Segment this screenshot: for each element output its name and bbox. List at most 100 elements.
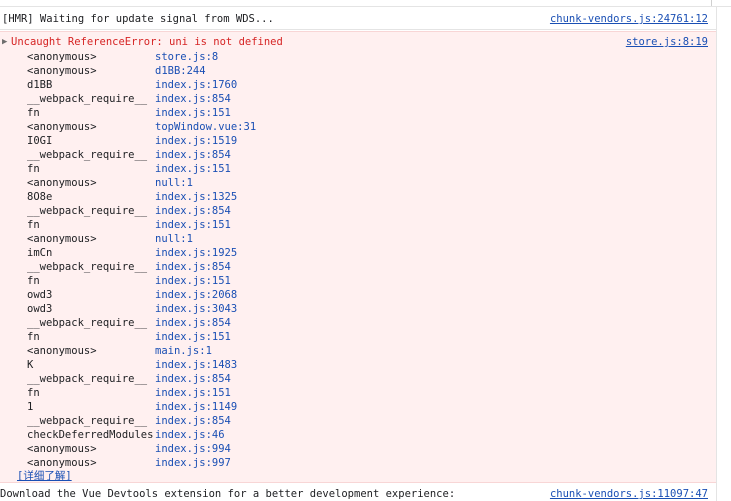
stack-frame-function: checkDeferredModules <box>27 429 154 441</box>
stack-frame: fn index.js:151 <box>27 386 256 400</box>
stack-frame: owd3 index.js:3043 <box>27 302 256 316</box>
stack-frame-function: 1 <box>27 401 34 413</box>
stack-frame-function: <anonymous> <box>27 51 97 63</box>
stack-frame: __webpack_require__ index.js:854 <box>27 372 256 386</box>
stack-frame-location-link[interactable]: index.js:854 <box>155 149 231 161</box>
stack-frame: __webpack_require__ index.js:854 <box>27 316 256 330</box>
error-message-text[interactable]: Uncaught ReferenceError: uni is not defi… <box>11 36 283 48</box>
hmr-source-link[interactable]: chunk-vendors.js:24761:12 <box>550 13 708 25</box>
stack-frame-location-link[interactable]: index.js:1325 <box>155 191 237 203</box>
stack-frame-function: fn <box>27 219 40 231</box>
stack-frame-function: fn <box>27 275 40 287</box>
stack-frame-function: fn <box>27 387 40 399</box>
stack-frame: Kindex.js:1483 <box>27 358 256 372</box>
stack-frame: <anonymous> null:1 <box>27 232 256 246</box>
stack-frame-location-link[interactable]: index.js:854 <box>155 415 231 427</box>
stack-frame: <anonymous> main.js:1 <box>27 344 256 358</box>
stack-frame: <anonymous> d1BB:244 <box>27 64 256 78</box>
stack-frame-location-link[interactable]: topWindow.vue:31 <box>155 121 256 133</box>
stack-frame: 1 index.js:1149 <box>27 400 256 414</box>
stack-frame-location-link[interactable]: index.js:1483 <box>155 359 237 371</box>
stack-frame-location-link[interactable]: null:1 <box>155 177 193 189</box>
stack-frame-function: <anonymous> <box>27 345 97 357</box>
console-message-hmr: [HMR] Waiting for update signal from WDS… <box>0 8 716 30</box>
stack-frame-function: owd3 <box>27 303 53 315</box>
stack-frame: fn index.js:151 <box>27 218 256 232</box>
vue-devtools-source-link[interactable]: chunk-vendors.js:11097:47 <box>550 488 708 500</box>
stack-frame-function: <anonymous> <box>27 65 97 77</box>
stack-frame-function: __webpack_require__ <box>27 93 148 105</box>
error-source-link[interactable]: store.js:8:19 <box>626 36 708 48</box>
stack-frame-location-link[interactable]: index.js:1519 <box>155 135 237 147</box>
stack-frame-location-link[interactable]: index.js:46 <box>155 429 225 441</box>
stack-frame-function: K <box>27 359 34 371</box>
stack-frame-function: imCn <box>27 247 53 259</box>
stack-frame-function: __webpack_require__ <box>27 149 148 161</box>
stack-frame: fn index.js:151 <box>27 106 256 120</box>
stack-frame: __webpack_require__ index.js:854 <box>27 414 256 428</box>
stack-frame-location-link[interactable]: index.js:854 <box>155 205 231 217</box>
vue-devtools-message-text: Download the Vue Devtools extension for … <box>0 488 456 500</box>
stack-frame-location-link[interactable]: index.js:854 <box>155 317 231 329</box>
stack-frame-function: owd3 <box>27 289 53 301</box>
stack-frame-location-link[interactable]: index.js:151 <box>155 331 231 343</box>
stack-frame-function: __webpack_require__ <box>27 317 148 329</box>
stack-frame: fn index.js:151 <box>27 162 256 176</box>
stack-frame-function: fn <box>27 107 40 119</box>
stack-frame: imCn index.js:1925 <box>27 246 256 260</box>
stack-frame-function: fn <box>27 163 40 175</box>
stack-frame-location-link[interactable]: index.js:997 <box>155 457 231 469</box>
stack-frame: __webpack_require__ index.js:854 <box>27 92 256 106</box>
stack-frame-location-link[interactable]: index.js:854 <box>155 261 231 273</box>
learn-more-link[interactable]: [详细了解] <box>17 468 72 483</box>
triangle-right-icon[interactable]: ▶ <box>2 37 7 47</box>
stack-frame: 8O8e index.js:1325 <box>27 190 256 204</box>
stack-frame-function: fn <box>27 331 40 343</box>
stack-frame-location-link[interactable]: index.js:1925 <box>155 247 237 259</box>
stack-frame: __webpack_require__ index.js:854 <box>27 260 256 274</box>
stack-frame-location-link[interactable]: index.js:994 <box>155 443 231 455</box>
stack-frame-function: d1BB <box>27 79 53 91</box>
stack-frame: d1BB index.js:1760 <box>27 78 256 92</box>
stack-frame-location-link[interactable]: index.js:1760 <box>155 79 237 91</box>
console-message-vue-devtools: Download the Vue Devtools extension for … <box>0 484 716 501</box>
stack-frame-function: <anonymous> <box>27 233 97 245</box>
stack-frame-location-link[interactable]: index.js:854 <box>155 373 231 385</box>
column-separator <box>711 0 712 6</box>
stack-frame-location-link[interactable]: index.js:3043 <box>155 303 237 315</box>
stack-frame: I0GI index.js:1519 <box>27 134 256 148</box>
stack-frame-location-link[interactable]: index.js:1149 <box>155 401 237 413</box>
panel-right-border <box>716 7 717 501</box>
stack-frame-location-link[interactable]: index.js:151 <box>155 163 231 175</box>
stack-frame: __webpack_require__ index.js:854 <box>27 204 256 218</box>
stack-frame-location-link[interactable]: null:1 <box>155 233 193 245</box>
stack-frame-location-link[interactable]: store.js:8 <box>155 51 218 63</box>
stack-frame-function: __webpack_require__ <box>27 373 148 385</box>
stack-frame-function: __webpack_require__ <box>27 261 148 273</box>
stack-frame-location-link[interactable]: index.js:151 <box>155 387 231 399</box>
stack-frame-location-link[interactable]: index.js:854 <box>155 93 231 105</box>
stack-frame-location-link[interactable]: d1BB:244 <box>155 65 206 77</box>
stack-frame-function: __webpack_require__ <box>27 205 148 217</box>
stack-frame-location-link[interactable]: index.js:151 <box>155 107 231 119</box>
stack-frame: <anonymous> index.js:994 <box>27 442 256 456</box>
stack-frame-function: <anonymous> <box>27 443 97 455</box>
stack-frame: fn index.js:151 <box>27 274 256 288</box>
stack-frame-function: <anonymous> <box>27 177 97 189</box>
stack-frame-function: 8O8e <box>27 191 53 203</box>
stack-frame: <anonymous> topWindow.vue:31 <box>27 120 256 134</box>
hmr-message-text: [HMR] Waiting for update signal from WDS… <box>2 13 274 25</box>
stack-frame-function: I0GI <box>27 135 53 147</box>
stack-frame-function: __webpack_require__ <box>27 415 148 427</box>
stack-trace: <anonymous> store.js:8 <anonymous> d1BB:244… <box>27 50 256 470</box>
stack-frame-function: <anonymous> <box>27 121 97 133</box>
stack-frame-location-link[interactable]: main.js:1 <box>155 345 212 357</box>
stack-frame-location-link[interactable]: index.js:2068 <box>155 289 237 301</box>
stack-frame-location-link[interactable]: index.js:151 <box>155 219 231 231</box>
stack-frame: <anonymous> null:1 <box>27 176 256 190</box>
console-error-message: ▶ Uncaught ReferenceError: uni is not de… <box>0 31 716 483</box>
stack-frame: owd3 index.js:2068 <box>27 288 256 302</box>
stack-frame-location-link[interactable]: index.js:151 <box>155 275 231 287</box>
stack-frame: fn index.js:151 <box>27 330 256 344</box>
stack-frame: __webpack_require__ index.js:854 <box>27 148 256 162</box>
